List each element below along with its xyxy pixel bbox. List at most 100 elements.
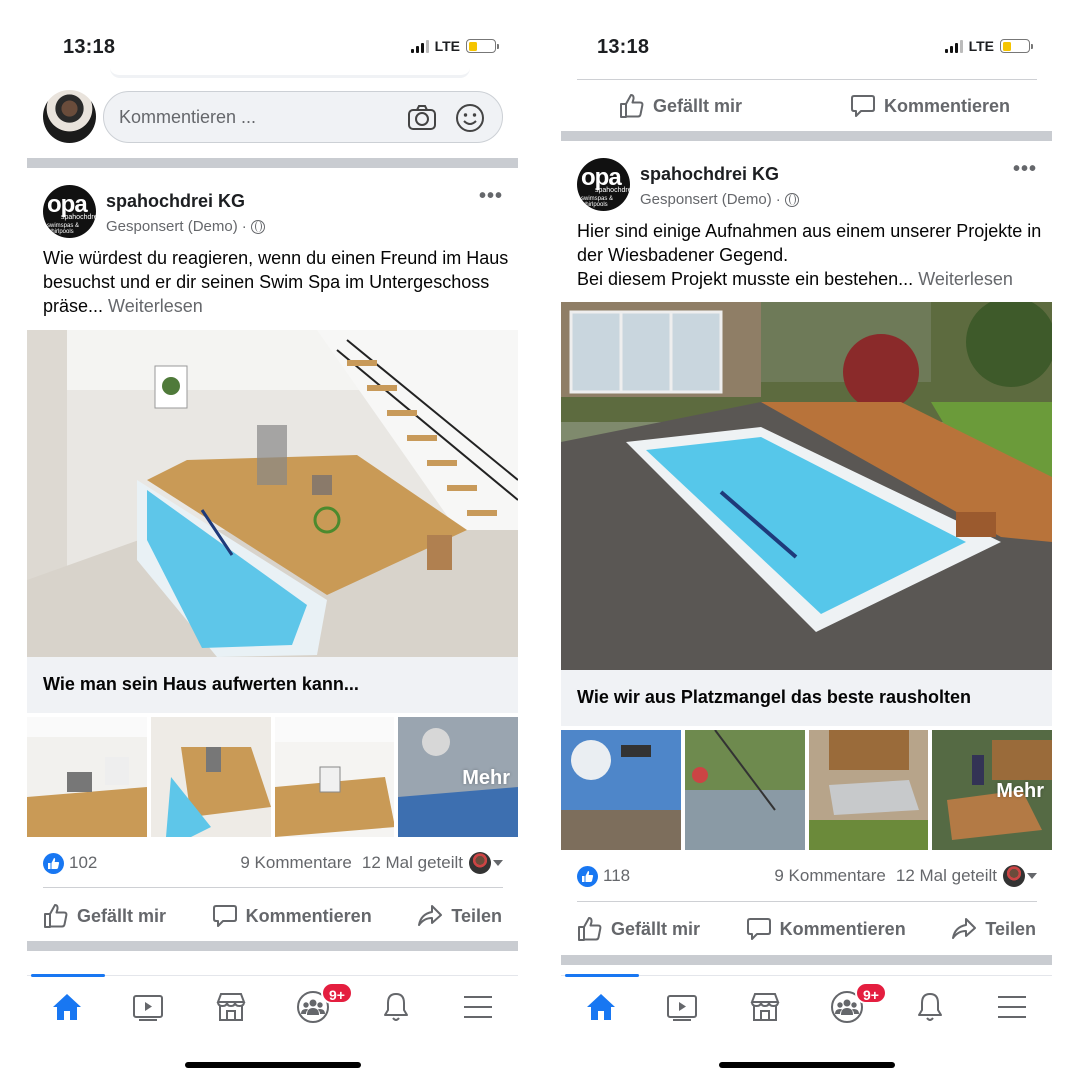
share-button[interactable]: Teilen [951, 909, 1036, 949]
link-preview-title[interactable]: Wie man sein Haus aufwerten kann... [27, 657, 518, 713]
video-icon [133, 995, 163, 1021]
avatar[interactable] [469, 852, 491, 874]
avatar[interactable] [1003, 865, 1025, 887]
previous-post-actions: Gefällt mir Kommentieren [561, 86, 1052, 126]
marketplace-icon [216, 993, 246, 1021]
status-bar: 13:18 LTE [561, 30, 1052, 66]
network-label: LTE [434, 38, 460, 54]
like-icon [44, 904, 68, 928]
post-actions: Gefällt mir Kommentieren Teilen [561, 909, 1052, 949]
chevron-down-icon[interactable] [1027, 873, 1037, 879]
post-main-photo[interactable] [27, 330, 518, 657]
comment-placeholder: Kommentieren ... [119, 107, 257, 127]
reaction-summary[interactable]: 118 9 Kommentare 12 Mal geteilt [577, 864, 1037, 890]
comment-icon [850, 95, 875, 117]
like-reaction-icon [577, 866, 598, 887]
right-phone-screen: 13:18 LTE Gefällt mir Kommentieren opa s… [561, 0, 1052, 1080]
page-name[interactable]: spahochdrei KG [640, 164, 779, 185]
signal-icon [410, 39, 429, 53]
gallery-thumb[interactable] [274, 717, 395, 837]
share-count[interactable]: 12 Mal geteilt [362, 853, 463, 872]
globe-icon [250, 219, 265, 234]
gallery-thumb[interactable] [27, 717, 147, 837]
page-logo[interactable]: opa spahochdrei swimspas & whirlpools [577, 158, 630, 211]
home-indicator[interactable] [719, 1062, 895, 1068]
post-text: Wie würdest du reagieren, wenn du einen … [43, 248, 509, 316]
like-button[interactable]: Gefällt mir [43, 896, 166, 936]
gallery-thumb[interactable]: Mehr [932, 730, 1052, 850]
previous-comment-edge [110, 68, 470, 78]
signal-icon [944, 39, 963, 53]
sponsored-label: Gesponsert (Demo) · [106, 218, 265, 235]
post-header: opa spahochdrei swimspas & whirlpools sp… [43, 185, 503, 241]
chevron-down-icon[interactable] [493, 860, 503, 866]
status-time: 13:18 [63, 36, 116, 58]
tab-home[interactable] [581, 990, 621, 1026]
feed-divider [27, 158, 518, 168]
like-button[interactable]: Gefällt mir [619, 86, 742, 126]
tab-menu[interactable] [992, 990, 1032, 1026]
more-photos-label: Mehr [996, 780, 1044, 802]
more-icon[interactable]: ••• [479, 185, 503, 208]
more-icon[interactable]: ••• [1013, 158, 1037, 181]
comment-row: Kommentieren ... [43, 90, 503, 144]
separator [577, 901, 1037, 902]
avatar[interactable] [43, 90, 96, 143]
read-more-link[interactable]: Weiterlesen [918, 269, 1013, 289]
separator [577, 79, 1037, 80]
read-more-link[interactable]: Weiterlesen [108, 296, 203, 316]
battery-icon [466, 39, 499, 53]
comment-button[interactable]: Kommentieren [212, 896, 372, 936]
gallery-thumb[interactable] [808, 730, 929, 850]
comment-button[interactable]: Kommentieren [850, 86, 1010, 126]
bottom-nav: 9+ [27, 974, 518, 1037]
home-indicator[interactable] [185, 1062, 361, 1068]
like-icon [620, 94, 644, 118]
reaction-summary[interactable]: 102 9 Kommentare 12 Mal geteilt [43, 851, 503, 877]
share-icon [418, 905, 443, 926]
gallery-thumb[interactable]: Mehr [398, 717, 518, 837]
feed-divider [561, 955, 1052, 965]
feed-divider [561, 131, 1052, 141]
like-icon [578, 917, 602, 941]
battery-icon [1000, 39, 1033, 53]
tab-notifications[interactable] [910, 990, 950, 1026]
share-button[interactable]: Teilen [417, 896, 502, 936]
comment-count[interactable]: 9 Kommentare [240, 853, 352, 872]
tab-video[interactable] [662, 990, 702, 1026]
tab-marketplace[interactable] [745, 990, 785, 1026]
sponsored-label: Gesponsert (Demo) · [640, 191, 799, 208]
tab-marketplace[interactable] [211, 990, 251, 1026]
tab-notifications[interactable] [376, 990, 416, 1026]
home-icon [587, 994, 615, 1020]
comment-icon [212, 905, 237, 927]
emoji-icon[interactable] [454, 102, 486, 134]
camera-icon[interactable] [406, 102, 438, 134]
status-time: 13:18 [597, 36, 650, 58]
status-bar: 13:18 LTE [27, 30, 518, 66]
gallery-thumb[interactable] [684, 730, 805, 850]
page-name[interactable]: spahochdrei KG [106, 191, 245, 212]
post-main-photo[interactable] [561, 302, 1052, 670]
bottom-nav: 9+ [561, 974, 1052, 1037]
tab-home[interactable] [47, 990, 87, 1026]
menu-icon [998, 996, 1026, 1018]
tab-video[interactable] [128, 990, 168, 1026]
link-preview-title[interactable]: Wie wir aus Platzmangel das beste rausho… [561, 670, 1052, 726]
post-actions: Gefällt mir Kommentieren Teilen [27, 896, 518, 936]
menu-icon [464, 996, 492, 1018]
globe-icon [784, 192, 799, 207]
comment-count[interactable]: 9 Kommentare [774, 866, 886, 885]
page-logo[interactable]: opa spahochdrei swimspas & whirlpools [43, 185, 96, 238]
groups-badge: 9+ [855, 982, 887, 1004]
comment-button[interactable]: Kommentieren [746, 909, 906, 949]
gallery-thumb[interactable] [561, 730, 681, 850]
video-icon [667, 995, 697, 1021]
bell-icon [918, 993, 942, 1021]
comment-input[interactable]: Kommentieren ... [103, 91, 503, 143]
gallery-thumb[interactable] [150, 717, 271, 837]
like-button[interactable]: Gefällt mir [577, 909, 700, 949]
tab-menu[interactable] [458, 990, 498, 1026]
share-count[interactable]: 12 Mal geteilt [896, 866, 997, 885]
post-header: opa spahochdrei swimspas & whirlpools sp… [577, 158, 1037, 214]
